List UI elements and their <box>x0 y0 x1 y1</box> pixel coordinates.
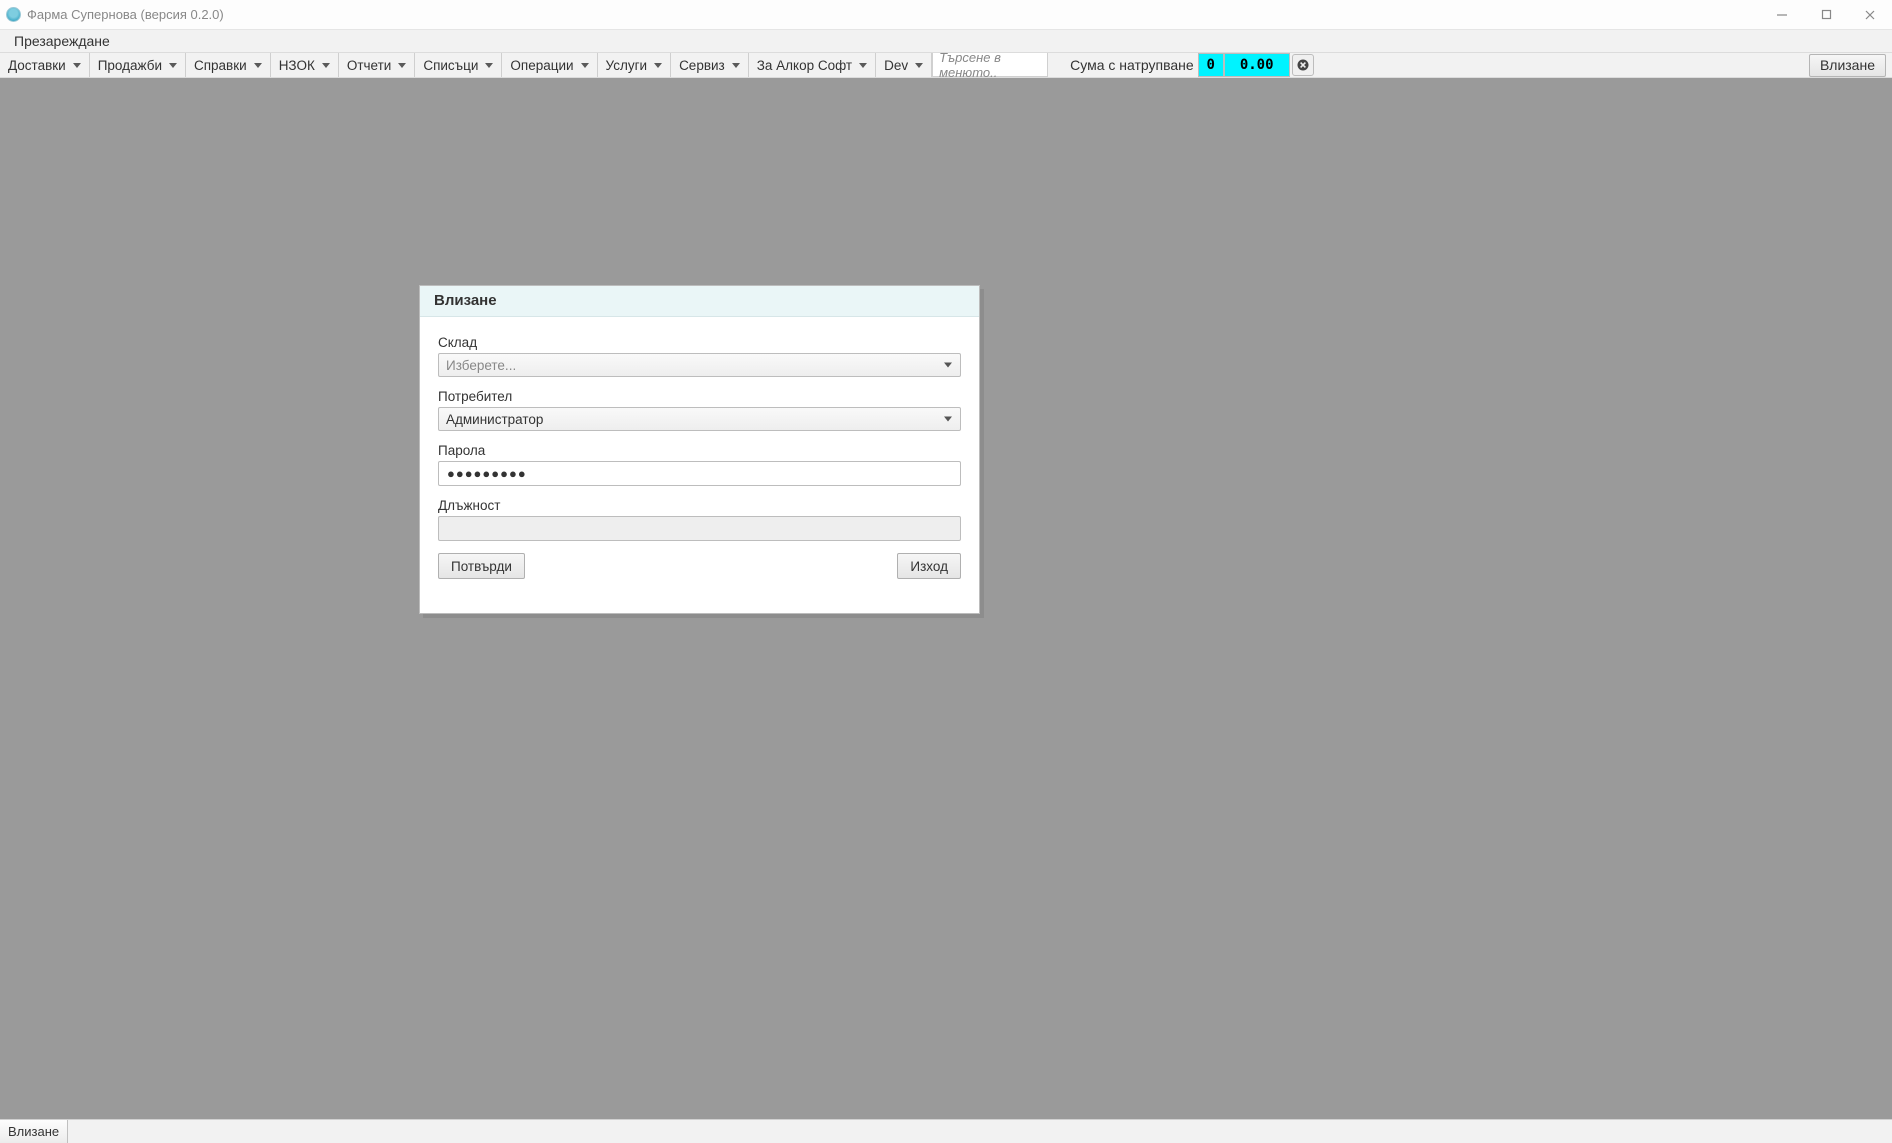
search-placeholder: Търсене в менюто.. <box>939 50 1041 80</box>
chevron-down-icon <box>398 63 406 68</box>
chevron-down-icon <box>732 63 740 68</box>
toolbar-item-dev[interactable]: Dev <box>876 53 932 77</box>
chevron-down-icon <box>485 63 493 68</box>
clear-sum-button[interactable] <box>1292 54 1314 76</box>
chevron-down-icon <box>654 63 662 68</box>
toolbar-search-input[interactable]: Търсене в менюто.. <box>932 53 1048 77</box>
warehouse-label: Склад <box>438 335 961 350</box>
status-tab-login[interactable]: Влизане <box>0 1120 68 1143</box>
toolbar-item-about[interactable]: За Алкор Софт <box>749 53 876 77</box>
chevron-down-icon <box>944 417 952 422</box>
login-dialog: Влизане Склад Изберете... Потребител Адм… <box>419 285 980 614</box>
maximize-button[interactable] <box>1804 0 1848 29</box>
status-bar: Влизане <box>0 1119 1892 1143</box>
position-label: Длъжност <box>438 498 961 513</box>
toolbar-item-service[interactable]: Сервиз <box>671 53 749 77</box>
exit-button[interactable]: Изход <box>897 553 961 579</box>
toolbar-item-nzok[interactable]: НЗОК <box>271 53 339 77</box>
sum-count: 0 <box>1198 53 1224 77</box>
title-bar: Фарма Супернова (версия 0.2.0) <box>0 0 1892 30</box>
chevron-down-icon <box>322 63 330 68</box>
workspace: Влизане Склад Изберете... Потребител Адм… <box>0 78 1892 1119</box>
position-input <box>438 516 961 541</box>
toolbar-item-operations[interactable]: Операции <box>502 53 597 77</box>
chevron-down-icon <box>73 63 81 68</box>
password-label: Парола <box>438 443 961 458</box>
toolbar-item-references[interactable]: Справки <box>186 53 271 77</box>
warehouse-select[interactable]: Изберете... <box>438 353 961 377</box>
toolbar-item-deliveries[interactable]: Доставки <box>0 53 90 77</box>
minimize-button[interactable] <box>1760 0 1804 29</box>
window-title: Фарма Супернова (версия 0.2.0) <box>27 7 224 22</box>
toolbar-login-button[interactable]: Влизане <box>1809 54 1886 77</box>
toolbar: Доставки Продажби Справки НЗОК Отчети Сп… <box>0 53 1892 78</box>
chevron-down-icon <box>169 63 177 68</box>
chevron-down-icon <box>254 63 262 68</box>
chevron-down-icon <box>944 363 952 368</box>
toolbar-item-lists[interactable]: Списъци <box>415 53 502 77</box>
toolbar-item-sales[interactable]: Продажби <box>90 53 186 77</box>
sum-value: 0.00 <box>1224 53 1290 77</box>
sum-label: Сума с натрупване <box>1070 53 1198 77</box>
chevron-down-icon <box>581 63 589 68</box>
chevron-down-icon <box>915 63 923 68</box>
toolbar-item-services[interactable]: Услуги <box>598 53 672 77</box>
toolbar-item-reports[interactable]: Отчети <box>339 53 416 77</box>
dialog-title: Влизане <box>420 286 979 317</box>
password-input[interactable]: ●●●●●●●●● <box>438 461 961 486</box>
close-button[interactable] <box>1848 0 1892 29</box>
chevron-down-icon <box>859 63 867 68</box>
user-label: Потребител <box>438 389 961 404</box>
menu-reload[interactable]: Презареждане <box>14 33 110 49</box>
app-icon <box>6 7 21 22</box>
confirm-button[interactable]: Потвърди <box>438 553 525 579</box>
user-select[interactable]: Администратор <box>438 407 961 431</box>
